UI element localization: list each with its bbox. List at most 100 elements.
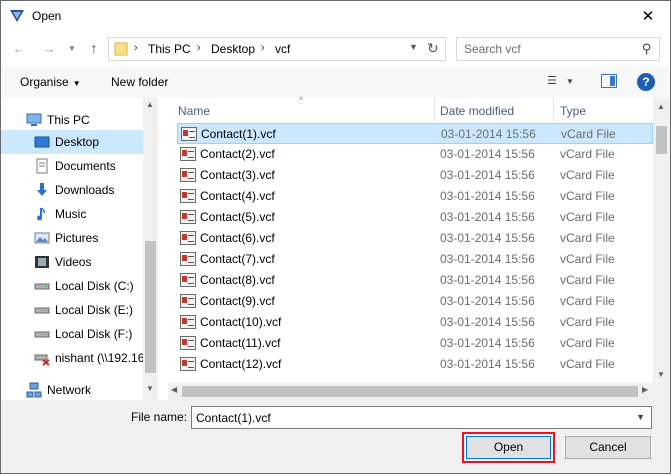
nav-item-local-disk-f[interactable]: Local Disk (F:) (1, 322, 143, 346)
nav-item-downloads[interactable]: Downloads (1, 178, 143, 202)
nav-item-label: Local Disk (F:) (55, 327, 133, 341)
view-details-icon: ☰ (547, 75, 557, 87)
chevron-down-icon: ▼ (565, 77, 574, 86)
column-divider[interactable] (553, 98, 554, 122)
file-date: 03-01-2014 15:56 (440, 189, 535, 203)
back-arrow-icon[interactable]: ← (11, 40, 27, 56)
breadcrumb-this-pc[interactable]: This PC (148, 42, 191, 56)
address-dropdown-icon[interactable]: ▼ (409, 42, 418, 52)
file-row[interactable]: Contact(12).vcf 03-01-2014 15:56 vCard F… (177, 354, 653, 375)
organise-label: Organise (20, 75, 69, 89)
nav-item-music[interactable]: Music (1, 202, 143, 226)
nav-item-pictures[interactable]: Pictures (1, 226, 143, 250)
preview-pane-icon[interactable] (601, 74, 617, 88)
file-date: 03-01-2014 15:56 (440, 273, 535, 287)
breadcrumb-vcf[interactable]: vcf (275, 42, 290, 56)
change-view-button[interactable]: ☰ ▼ (547, 74, 581, 90)
nav-item-local-disk-c[interactable]: Local Disk (C:) (1, 274, 143, 298)
nav-item-local-disk-e[interactable]: Local Disk (E:) (1, 298, 143, 322)
nav-item-this-pc[interactable]: This PC (1, 108, 143, 132)
music-icon (37, 207, 45, 221)
network-icon (26, 382, 42, 398)
search-icon[interactable]: ⚲ (642, 41, 652, 57)
file-name: Contact(9).vcf (200, 294, 275, 308)
search-input[interactable]: Search vcf (464, 42, 521, 56)
file-name: Contact(1).vcf (201, 127, 276, 141)
file-row[interactable]: Contact(2).vcf 03-01-2014 15:56 vCard Fi… (177, 144, 653, 165)
new-folder-button[interactable]: New folder (111, 75, 168, 89)
horizontal-scroll-thumb[interactable] (182, 386, 638, 397)
vcard-file-icon (180, 315, 196, 329)
column-header-name[interactable]: Name (178, 98, 433, 122)
file-name-input[interactable]: Contact(1).vcf (196, 411, 271, 425)
file-type: vCard File (560, 231, 615, 245)
nav-item-network[interactable]: Network (1, 378, 143, 402)
scroll-right-icon[interactable]: ▶ (642, 385, 648, 394)
vcard-file-icon (180, 273, 196, 287)
file-name-combobox[interactable]: Contact(1).vcf ▼ (191, 406, 652, 429)
nav-item-desktop[interactable]: Desktop (1, 130, 143, 154)
scroll-left-icon[interactable]: ◀ (171, 385, 177, 394)
chevron-down-icon[interactable]: ▼ (636, 412, 645, 422)
scroll-up-icon[interactable]: ▲ (146, 100, 154, 109)
file-row[interactable]: Contact(10).vcf 03-01-2014 15:56 vCard F… (177, 312, 653, 333)
column-header-date-modified[interactable]: Date modified (440, 98, 552, 122)
recent-locations-chevron-icon[interactable]: ▼ (64, 40, 80, 56)
close-button[interactable]: ✕ (636, 5, 660, 27)
open-dialog: Open ✕ ← → ▼ ↑ › This PC › Desktop › vcf… (0, 0, 671, 474)
file-row[interactable]: Contact(6).vcf 03-01-2014 15:56 vCard Fi… (177, 228, 653, 249)
address-bar[interactable]: › This PC › Desktop › vcf ▼ ↻ (108, 37, 446, 61)
file-row[interactable]: Contact(8).vcf 03-01-2014 15:56 vCard Fi… (177, 270, 653, 291)
file-list-horizontal-scrollbar[interactable]: ◀ ▶ (168, 383, 653, 400)
computer-icon (26, 113, 42, 126)
vcard-file-icon (180, 210, 196, 224)
up-arrow-icon[interactable]: ↑ (86, 40, 102, 56)
file-row[interactable]: Contact(4).vcf 03-01-2014 15:56 vCard Fi… (177, 186, 653, 207)
dialog-footer: File name: Contact(1).vcf ▼ Open Cancel (1, 400, 670, 473)
breadcrumb-separator-icon[interactable]: › (197, 42, 201, 54)
nav-pane-scrollbar[interactable]: ▲ ▼ (143, 98, 158, 400)
nav-item-label: nishant (\\192.16 (55, 351, 143, 365)
help-icon[interactable]: ? (637, 73, 655, 91)
refresh-icon[interactable]: ↻ (427, 40, 439, 57)
file-list-vertical-scrollbar[interactable]: ▲ ▼ (653, 98, 670, 383)
file-name: Contact(8).vcf (200, 273, 275, 287)
column-divider[interactable] (434, 98, 435, 122)
file-row[interactable]: Contact(5).vcf 03-01-2014 15:56 vCard Fi… (177, 207, 653, 228)
nav-item-label: Local Disk (E:) (55, 303, 134, 317)
scroll-down-icon[interactable]: ▼ (146, 384, 154, 393)
vertical-scroll-thumb[interactable] (656, 126, 667, 154)
file-row[interactable]: Contact(1).vcf 03-01-2014 15:56 vCard Fi… (177, 123, 653, 144)
scroll-up-icon[interactable]: ▲ (657, 102, 665, 111)
file-row[interactable]: Contact(11).vcf 03-01-2014 15:56 vCard F… (177, 333, 653, 354)
scroll-down-icon[interactable]: ▼ (657, 370, 665, 379)
column-header-type[interactable]: Type (560, 98, 650, 122)
file-date: 03-01-2014 15:56 (440, 231, 535, 245)
nav-item-videos[interactable]: Videos (1, 250, 143, 274)
organise-menu-button[interactable]: Organise ▼ (20, 75, 81, 89)
breadcrumb-separator-icon[interactable]: › (261, 42, 265, 54)
window-title: Open (32, 9, 62, 23)
file-type: vCard File (560, 336, 615, 350)
nav-item-label: Local Disk (C:) (55, 279, 134, 293)
file-date: 03-01-2014 15:56 (440, 210, 535, 224)
vcard-file-icon (180, 189, 196, 203)
file-type: vCard File (560, 252, 615, 266)
open-button[interactable]: Open (466, 436, 551, 459)
file-name-label: File name: (131, 410, 188, 424)
file-row[interactable]: Contact(3).vcf 03-01-2014 15:56 vCard Fi… (177, 165, 653, 186)
breadcrumb-desktop[interactable]: Desktop (211, 42, 255, 56)
documents-icon (36, 158, 48, 174)
cancel-button[interactable]: Cancel (565, 436, 651, 459)
search-box[interactable]: Search vcf ⚲ (456, 37, 660, 61)
nav-item-network-drive[interactable]: nishant (\\192.16 (1, 346, 143, 370)
file-name: Contact(6).vcf (200, 231, 275, 245)
nav-pane-scroll-thumb[interactable] (145, 241, 156, 373)
scrollbar-corner (653, 383, 670, 400)
forward-arrow-icon[interactable]: → (41, 40, 57, 56)
file-row[interactable]: Contact(7).vcf 03-01-2014 15:56 vCard Fi… (177, 249, 653, 270)
nav-item-documents[interactable]: Documents (1, 154, 143, 178)
vcard-file-icon (180, 252, 196, 266)
file-row[interactable]: Contact(9).vcf 03-01-2014 15:56 vCard Fi… (177, 291, 653, 312)
file-date: 03-01-2014 15:56 (440, 147, 535, 161)
